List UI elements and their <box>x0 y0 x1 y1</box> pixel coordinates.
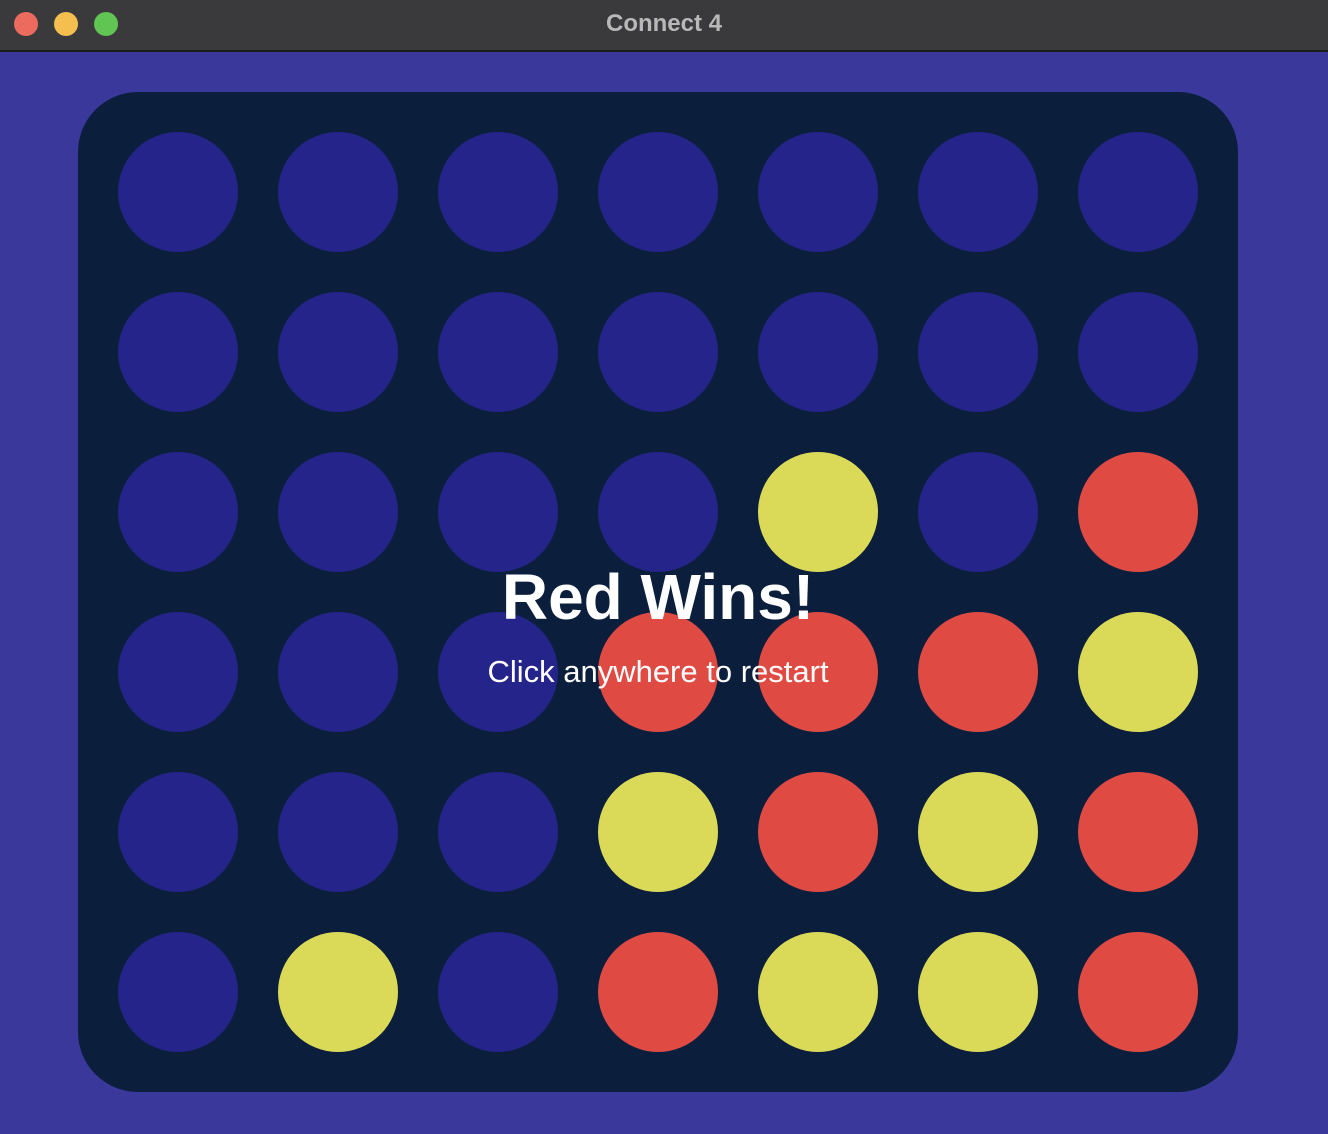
empty-slot[interactable] <box>438 772 558 892</box>
empty-slot[interactable] <box>598 292 718 412</box>
red-disc[interactable] <box>758 772 878 892</box>
yellow-disc[interactable] <box>918 932 1038 1052</box>
empty-slot[interactable] <box>278 452 398 572</box>
empty-slot[interactable] <box>598 452 718 572</box>
red-disc[interactable] <box>1078 772 1198 892</box>
empty-slot[interactable] <box>278 612 398 732</box>
empty-slot[interactable] <box>438 292 558 412</box>
empty-slot[interactable] <box>758 132 878 252</box>
empty-slot[interactable] <box>918 292 1038 412</box>
empty-slot[interactable] <box>118 932 238 1052</box>
yellow-disc[interactable] <box>758 452 878 572</box>
yellow-disc[interactable] <box>918 772 1038 892</box>
empty-slot[interactable] <box>118 612 238 732</box>
empty-slot[interactable] <box>278 292 398 412</box>
empty-slot[interactable] <box>118 292 238 412</box>
empty-slot[interactable] <box>438 932 558 1052</box>
empty-slot[interactable] <box>438 132 558 252</box>
empty-slot[interactable] <box>918 132 1038 252</box>
yellow-disc[interactable] <box>758 932 878 1052</box>
empty-slot[interactable] <box>118 132 238 252</box>
window-title: Connect 4 <box>605 10 722 37</box>
empty-slot[interactable] <box>118 452 238 572</box>
title-bar: Connect 4 <box>0 0 1328 52</box>
empty-slot[interactable] <box>1078 132 1198 252</box>
red-disc[interactable] <box>598 612 718 732</box>
empty-slot[interactable] <box>1078 292 1198 412</box>
game-window: Connect 4 Red Wins! Click anywhere to re… <box>0 0 1328 1134</box>
empty-slot[interactable] <box>278 772 398 892</box>
red-disc[interactable] <box>1078 932 1198 1052</box>
empty-slot[interactable] <box>918 452 1038 572</box>
yellow-disc[interactable] <box>1078 612 1198 732</box>
game-board[interactable] <box>78 92 1238 1092</box>
empty-slot[interactable] <box>598 132 718 252</box>
empty-slot[interactable] <box>278 132 398 252</box>
red-disc[interactable] <box>1078 452 1198 572</box>
red-disc[interactable] <box>918 612 1038 732</box>
empty-slot[interactable] <box>438 612 558 732</box>
yellow-disc[interactable] <box>598 772 718 892</box>
empty-slot[interactable] <box>438 452 558 572</box>
red-disc[interactable] <box>758 612 878 732</box>
empty-slot[interactable] <box>758 292 878 412</box>
yellow-disc[interactable] <box>278 932 398 1052</box>
red-disc[interactable] <box>598 932 718 1052</box>
empty-slot[interactable] <box>118 772 238 892</box>
